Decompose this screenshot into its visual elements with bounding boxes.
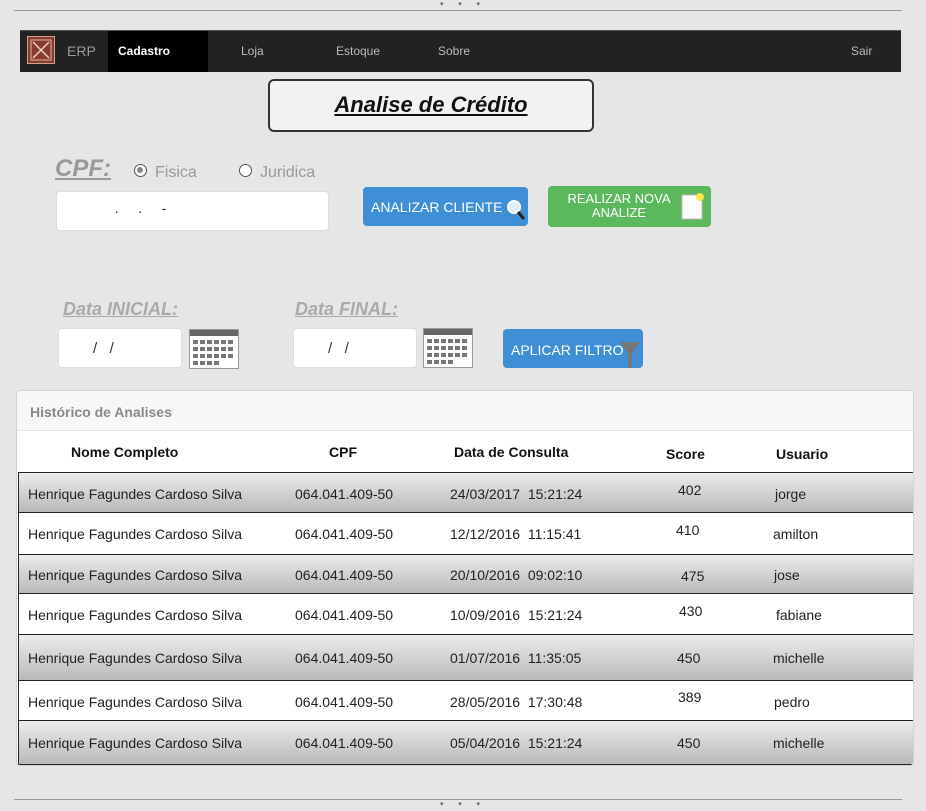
- column-header-cpf: CPF: [329, 444, 357, 460]
- column-header-date: Data de Consulta: [454, 444, 569, 460]
- new-analysis-label-line2: ANALIZE: [591, 205, 647, 220]
- cell-date: 20/10/2016 09:02:10: [450, 567, 583, 583]
- window-drag-handle-bottom[interactable]: • • •: [0, 800, 926, 810]
- table-row[interactable]: Henrique Fagundes Cardoso Silva 064.041.…: [18, 512, 913, 555]
- start-date-input[interactable]: / /: [58, 328, 182, 368]
- apply-filter-button[interactable]: APLICAR FILTRO: [503, 329, 643, 368]
- brand-label[interactable]: ERP: [67, 43, 96, 59]
- radio-fisica[interactable]: [134, 164, 147, 177]
- table-row[interactable]: Henrique Fagundes Cardoso Silva 064.041.…: [18, 634, 913, 681]
- column-header-name: Nome Completo: [71, 444, 179, 460]
- cell-name: Henrique Fagundes Cardoso Silva: [28, 486, 243, 502]
- cell-name: Henrique Fagundes Cardoso Silva: [28, 694, 243, 710]
- table-row[interactable]: Henrique Fagundes Cardoso Silva 064.041.…: [18, 593, 913, 635]
- cell-name: Henrique Fagundes Cardoso Silva: [28, 650, 243, 666]
- cell-score: 389: [678, 689, 702, 705]
- cpf-input[interactable]: . . -: [56, 191, 329, 231]
- cell-cpf: 064.041.409-50: [295, 486, 394, 502]
- radio-fisica-label[interactable]: Fisica: [155, 164, 197, 182]
- cell-user: fabiane: [776, 607, 822, 623]
- cell-cpf: 064.041.409-50: [295, 607, 394, 623]
- start-calendar-icon[interactable]: [189, 329, 239, 369]
- column-header-score: Score: [666, 446, 705, 462]
- cell-score: 475: [681, 568, 705, 584]
- cell-user: pedro: [774, 694, 810, 710]
- apply-filter-label: APLICAR FILTRO: [511, 342, 624, 358]
- cell-cpf: 064.041.409-50: [295, 650, 394, 666]
- cell-user: jose: [774, 567, 800, 583]
- cell-score: 402: [678, 482, 702, 498]
- cell-name: Henrique Fagundes Cardoso Silva: [28, 735, 243, 751]
- column-header-user: Usuario: [776, 446, 829, 462]
- cell-user: jorge: [775, 486, 807, 502]
- nav-item-loja[interactable]: Loja: [241, 44, 264, 58]
- page-title: Analise de Crédito: [268, 79, 594, 132]
- cell-name: Henrique Fagundes Cardoso Silva: [28, 607, 243, 623]
- start-date-label: Data INICIAL:: [63, 299, 179, 319]
- top-navbar: ERP Cadastro Loja Estoque Sobre Sair: [20, 30, 901, 72]
- cell-user: michelle: [773, 650, 825, 666]
- table-row[interactable]: Henrique Fagundes Cardoso Silva 064.041.…: [18, 472, 913, 513]
- table-row[interactable]: Henrique Fagundes Cardoso Silva 064.041.…: [18, 554, 913, 594]
- radio-juridica[interactable]: [239, 164, 252, 177]
- cell-date: 05/04/2016 15:21:24: [450, 735, 583, 751]
- nav-item-sobre[interactable]: Sobre: [438, 44, 470, 58]
- cell-score: 450: [677, 735, 701, 751]
- new-analysis-label: REALIZAR NOVA ANALIZE: [558, 192, 680, 220]
- cell-date: 28/05/2016 17:30:48: [450, 694, 583, 710]
- magnifier-icon: [507, 200, 526, 220]
- nav-item-estoque[interactable]: Estoque: [336, 44, 380, 58]
- analyze-client-label: ANALIZAR CLIENTE: [371, 199, 503, 215]
- cell-date: 12/12/2016 11:15:41: [450, 526, 582, 542]
- new-analysis-label-line1: REALIZAR NOVA: [567, 191, 671, 206]
- filter-funnel-icon: [620, 342, 640, 368]
- history-panel: Histórico de Analises Nome Completo CPF …: [16, 390, 914, 766]
- table-row[interactable]: Henrique Fagundes Cardoso Silva 064.041.…: [18, 680, 913, 721]
- cell-cpf: 064.041.409-50: [295, 567, 394, 583]
- end-calendar-icon[interactable]: [423, 328, 473, 368]
- cell-date: 10/09/2016 15:21:24: [450, 607, 583, 623]
- cell-name: Henrique Fagundes Cardoso Silva: [28, 526, 243, 542]
- erp-logo-icon: [27, 36, 55, 64]
- cell-score: 410: [676, 522, 700, 538]
- cell-date: 01/07/2016 11:35:05: [450, 650, 582, 666]
- new-document-icon: [681, 193, 704, 220]
- cell-cpf: 064.041.409-50: [295, 694, 394, 710]
- cell-user: michelle: [773, 735, 825, 751]
- nav-item-sair[interactable]: Sair: [851, 44, 872, 58]
- end-date-input[interactable]: / /: [293, 328, 417, 368]
- cpf-label: CPF:: [55, 155, 111, 182]
- radio-juridica-label[interactable]: Juridica: [260, 164, 315, 182]
- cell-user: amilton: [773, 526, 819, 542]
- window-drag-handle-top[interactable]: • • •: [0, 0, 926, 10]
- history-panel-header: Histórico de Analises: [17, 391, 913, 431]
- cell-name: Henrique Fagundes Cardoso Silva: [28, 567, 243, 583]
- frame-divider-top: [14, 10, 902, 11]
- table-row[interactable]: Henrique Fagundes Cardoso Silva 064.041.…: [18, 720, 913, 765]
- new-analysis-button[interactable]: REALIZAR NOVA ANALIZE: [548, 186, 711, 227]
- cell-cpf: 064.041.409-50: [295, 735, 394, 751]
- cell-date: 24/03/2017 15:21:24: [450, 486, 583, 502]
- cell-score: 430: [679, 603, 703, 619]
- nav-item-cadastro[interactable]: Cadastro: [118, 44, 170, 58]
- history-panel-title: Histórico de Analises: [30, 404, 172, 420]
- end-date-label: Data FINAL:: [295, 299, 398, 319]
- cell-cpf: 064.041.409-50: [295, 526, 394, 542]
- cell-score: 450: [677, 650, 701, 666]
- analyze-client-button[interactable]: ANALIZAR CLIENTE: [363, 187, 528, 226]
